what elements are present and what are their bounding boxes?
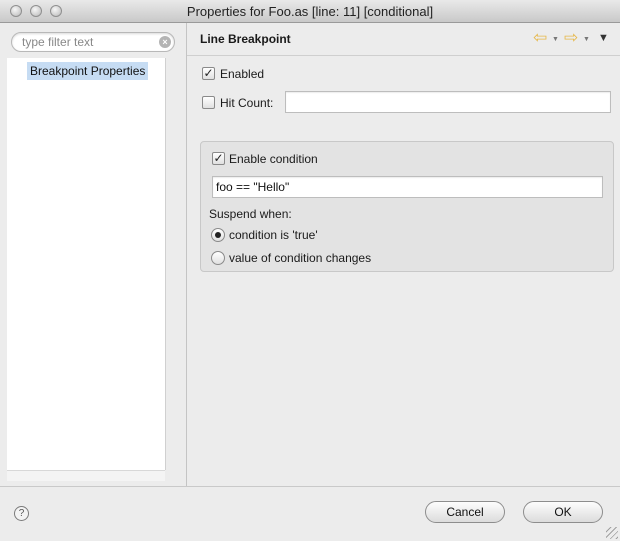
left-pane: × Breakpoint Properties — [0, 23, 186, 486]
condition-expression-input[interactable] — [216, 179, 599, 195]
hit-count-label: Hit Count: — [220, 96, 274, 110]
button-bar-separator — [0, 486, 620, 487]
forward-arrow-icon[interactable]: ⇨ — [564, 28, 578, 48]
enable-condition-label: Enable condition — [229, 152, 318, 166]
condition-group: ✓ Enable condition Suspend when: conditi… — [200, 141, 614, 272]
condition-true-radio[interactable] — [211, 228, 225, 242]
help-icon[interactable]: ? — [14, 506, 29, 521]
title-bar: Properties for Foo.as [line: 11] [condit… — [0, 0, 620, 23]
condition-true-label: condition is 'true' — [229, 228, 318, 242]
enable-condition-checkbox[interactable]: ✓ — [212, 152, 225, 165]
filter-box[interactable]: × — [11, 32, 175, 52]
enabled-label: Enabled — [220, 67, 265, 81]
page-header: Line Breakpoint ⇦ ▼ ⇨ ▼ ▼ — [187, 23, 620, 56]
tree-item-breakpoint-properties[interactable]: Breakpoint Properties — [27, 62, 149, 80]
pane-divider[interactable] — [186, 23, 187, 486]
filter-input[interactable] — [22, 35, 150, 49]
cancel-button[interactable]: Cancel — [425, 501, 505, 523]
condition-expression-field[interactable] — [212, 176, 603, 198]
hit-count-input[interactable] — [289, 94, 607, 110]
forward-history-dropdown-icon[interactable]: ▼ — [583, 36, 590, 43]
resize-grip[interactable] — [606, 527, 618, 539]
page-tree: Breakpoint Properties — [7, 58, 166, 470]
hit-count-checkbox[interactable] — [202, 96, 215, 109]
tree-horizontal-scrollbar[interactable] — [7, 470, 165, 481]
page-title: Line Breakpoint — [200, 32, 291, 46]
enabled-checkbox[interactable]: ✓ — [202, 67, 215, 80]
window-title: Properties for Foo.as [line: 11] [condit… — [186, 4, 434, 19]
view-menu-icon[interactable]: ▼ — [598, 32, 609, 44]
condition-changes-label: value of condition changes — [229, 251, 372, 265]
hit-count-field[interactable] — [285, 91, 611, 113]
suspend-when-label: Suspend when: — [209, 207, 292, 221]
back-history-dropdown-icon[interactable]: ▼ — [552, 36, 559, 43]
clear-filter-icon[interactable]: × — [159, 36, 171, 48]
back-arrow-icon[interactable]: ⇦ — [533, 28, 547, 48]
ok-button[interactable]: OK — [523, 501, 603, 523]
condition-changes-radio[interactable] — [211, 251, 225, 265]
